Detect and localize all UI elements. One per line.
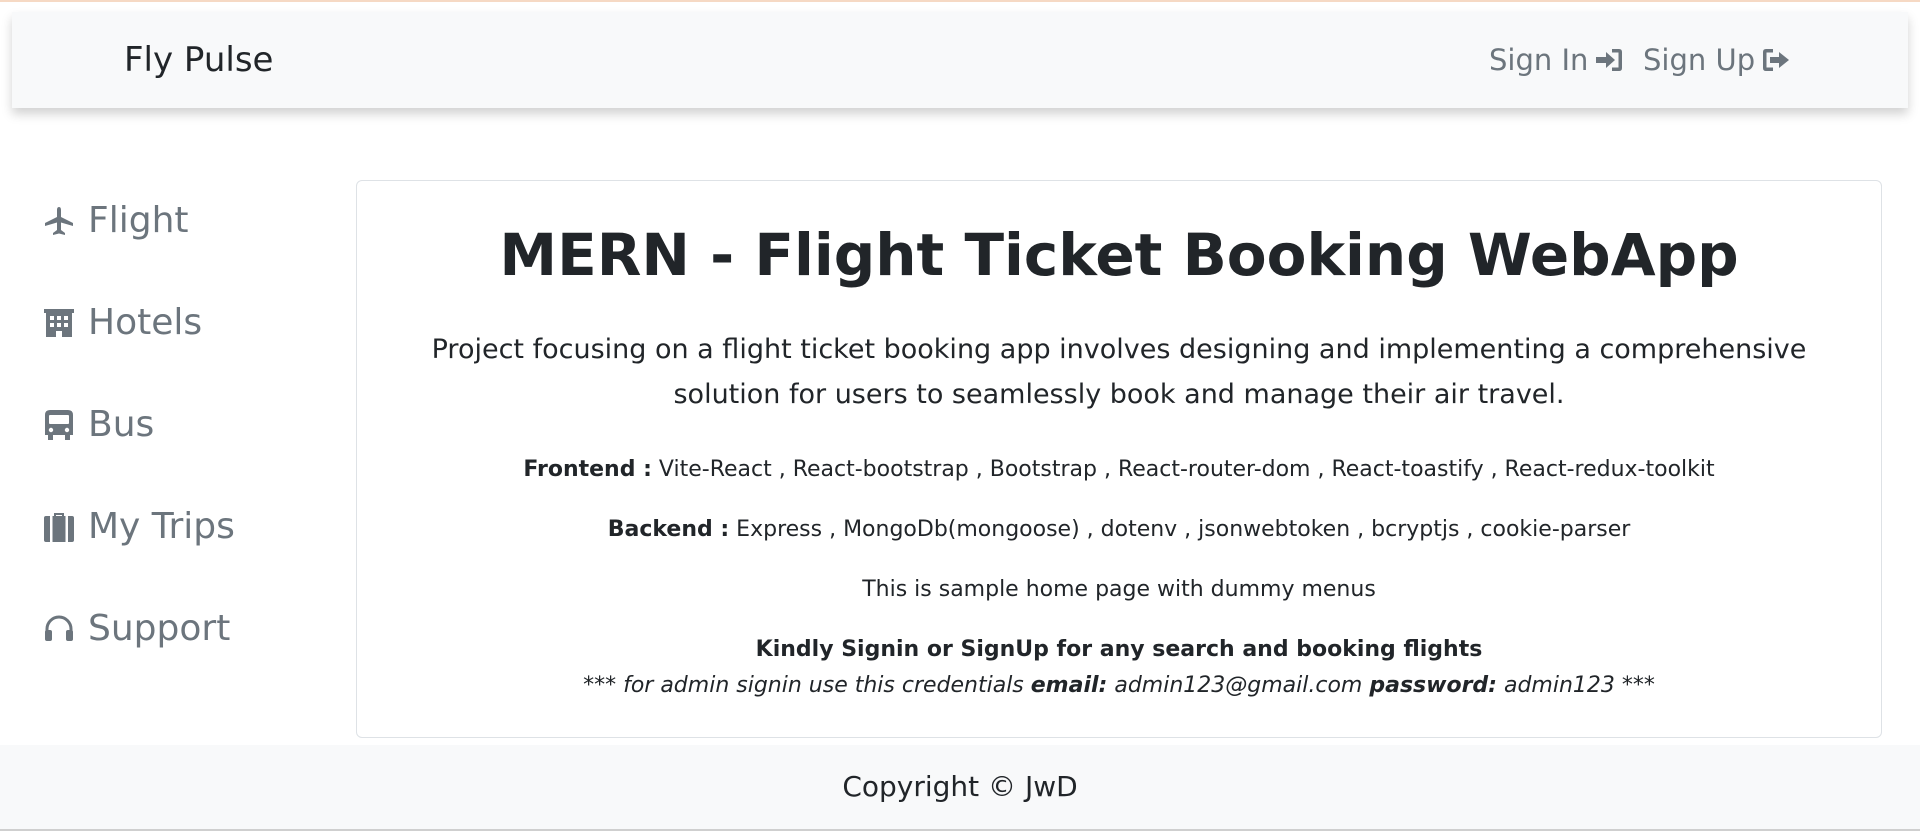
- building-icon: [40, 304, 78, 342]
- admin-email-label: email:: [1030, 673, 1108, 698]
- sidebar-item-my-trips[interactable]: My Trips: [40, 506, 235, 547]
- sidebar-item-support[interactable]: Support: [40, 608, 230, 649]
- brand-logo[interactable]: Fly Pulse: [124, 12, 273, 108]
- admin-credentials: *** for admin signin use this credential…: [357, 673, 1881, 698]
- admin-email: admin123@gmail.com: [1107, 673, 1370, 698]
- frontend-value: Vite-React , React-bootstrap , Bootstrap…: [651, 457, 1715, 482]
- top-accent-line: [0, 0, 1920, 2]
- page-title: MERN - Flight Ticket Booking WebApp: [499, 221, 1739, 289]
- backend-value: Express , MongoDb(mongoose) , dotenv , j…: [729, 517, 1631, 542]
- copyright-text: Copyright © JwD: [842, 770, 1078, 803]
- project-description: Project focusing on a flight ticket book…: [431, 334, 1807, 410]
- backend-label: Backend :: [607, 517, 730, 542]
- admin-prefix: *** for admin signin use this credential…: [583, 673, 1031, 698]
- sign-up-label: Sign Up: [1643, 43, 1756, 77]
- suitcase-icon: [40, 508, 78, 546]
- sign-in-link[interactable]: Sign In: [1489, 12, 1624, 108]
- navbar: Fly Pulse Sign In Sign Up: [12, 12, 1908, 108]
- sidebar-item-label: Hotels: [88, 302, 203, 343]
- signin-prompt: Kindly Signin or SignUp for any search a…: [755, 637, 1483, 662]
- headset-icon: [40, 610, 78, 648]
- sign-up-link[interactable]: Sign Up: [1643, 12, 1791, 108]
- frontend-stack: Frontend : Vite-React , React-bootstrap …: [357, 457, 1881, 482]
- frontend-label: Frontend :: [523, 457, 652, 482]
- sidebar-item-label: My Trips: [88, 506, 235, 547]
- sidebar-item-flight[interactable]: Flight: [40, 200, 189, 241]
- sign-out-icon: [1763, 49, 1790, 71]
- bus-icon: [40, 406, 78, 444]
- admin-password: admin123 ***: [1496, 673, 1655, 698]
- sample-note: This is sample home page with dummy menu…: [862, 577, 1376, 602]
- plane-icon: [40, 202, 78, 240]
- sidebar-item-label: Bus: [88, 404, 155, 445]
- footer: Copyright © JwD: [0, 745, 1920, 831]
- sidebar-item-bus[interactable]: Bus: [40, 404, 154, 445]
- backend-stack: Backend : Express , MongoDb(mongoose) , …: [357, 517, 1881, 542]
- sidebar-item-label: Flight: [88, 200, 189, 241]
- admin-password-label: password:: [1369, 673, 1497, 698]
- sidebar-item-hotels[interactable]: Hotels: [40, 302, 202, 343]
- sidebar-item-label: Support: [88, 608, 231, 649]
- main-card: MERN - Flight Ticket Booking WebApp Proj…: [356, 180, 1882, 738]
- sign-in-label: Sign In: [1489, 43, 1589, 77]
- sign-in-icon: [1596, 49, 1623, 71]
